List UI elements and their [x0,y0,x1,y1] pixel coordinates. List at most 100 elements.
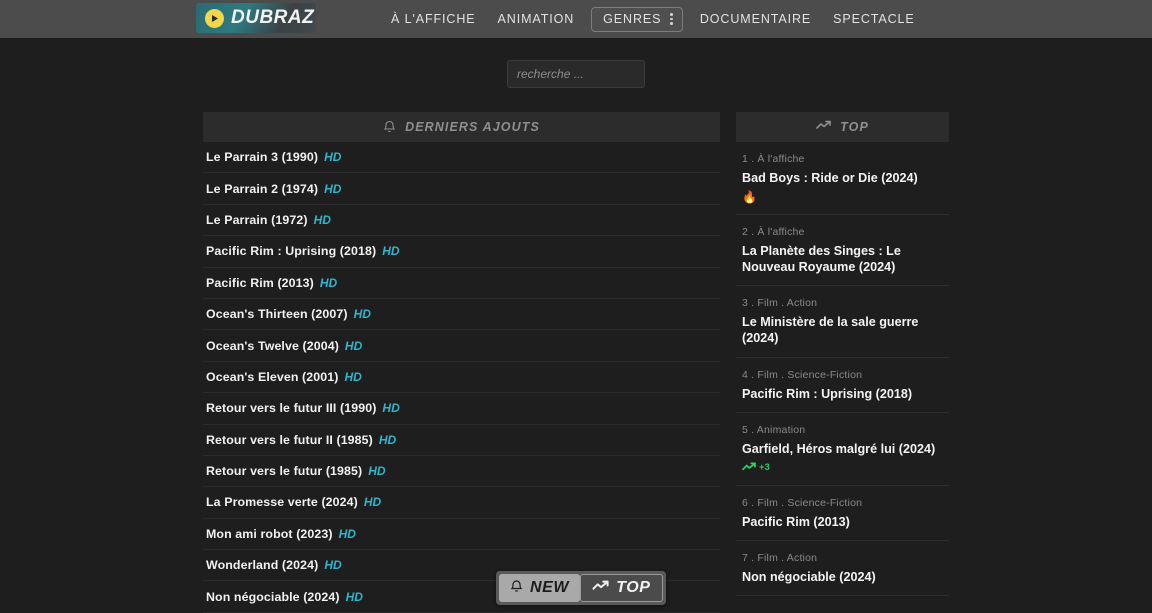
list-item-title: Pacific Rim (2013) [206,276,314,290]
new-view-button[interactable]: NEW [499,574,580,602]
quality-badge: HD [314,213,331,227]
top-list-item-meta: 7 . Film . Action [742,552,949,564]
list-item-title: Le Parrain 2 (1974) [206,182,318,196]
list-item-title: Mon ami robot (2023) [206,527,333,541]
nav-item-animation[interactable]: ANIMATION [487,0,586,38]
new-view-label: NEW [530,579,569,597]
list-item-title: Wonderland (2024) [206,558,318,572]
fire-icon: 🔥 [742,191,757,203]
search-input[interactable] [507,60,645,88]
trending-up-icon [592,579,609,597]
top-panel-title: TOP [840,120,869,134]
list-item[interactable]: Le Parrain 2 (1974) HD [203,173,720,204]
quality-badge: HD [344,370,361,384]
top-list-item-title: Pacific Rim : Uprising (2018) [742,386,949,402]
quality-badge: HD [379,433,396,447]
trending-up-icon [816,120,831,134]
top-panel: TOP 1 . À l'affiche Bad Boys : Ride or Di… [736,112,949,607]
list-item-title: Pacific Rim : Uprising (2018) [206,244,376,258]
rank-delta: +3 [759,462,770,473]
top-list-item-title: Bad Boys : Ride or Die (2024) [742,170,949,186]
list-item[interactable]: Mon ami robot (2023) HD [203,519,720,550]
list-item-title: Le Parrain (1972) [206,213,308,227]
top-list-item[interactable]: 4 . Film . Science-Fiction Pacific Rim : … [736,358,949,413]
derniers-ajouts-title: DERNIERS AJOUTS [405,120,540,134]
top-list-item-meta: 3 . Film . Action [742,297,949,309]
play-circle-icon [205,9,224,28]
top-list-item-meta: 4 . Film . Science-Fiction [742,369,949,381]
top-list-item[interactable]: 2 . À l'affiche La Planète des Singes : L… [736,215,949,286]
quality-badge: HD [339,527,356,541]
quality-badge: HD [324,150,341,164]
quality-badge: HD [382,401,399,415]
list-item-title: Ocean's Eleven (2001) [206,370,338,384]
quality-badge: HD [368,464,385,478]
list-item[interactable]: Pacific Rim : Uprising (2018) HD [203,236,720,267]
quality-badge: HD [364,495,381,509]
top-list-item-title: La Planète des Singes : Le Nouveau Royau… [742,243,949,275]
top-list-item-title: Garfield, Héros malgré lui (2024) [742,441,949,457]
top-view-label: TOP [616,579,650,597]
top-list-item-badge: +3 [742,461,949,475]
list-item[interactable]: Le Parrain (1972) HD [203,205,720,236]
list-item-title: La Promesse verte (2024) [206,495,358,509]
quality-badge: HD [382,244,399,258]
list-item-title: Non négociable (2024) [206,590,340,604]
quality-badge: HD [320,276,337,290]
trending-up-icon [742,459,756,477]
top-panel-header: TOP [736,112,949,142]
top-list: 1 . À l'affiche Bad Boys : Ride or Die (2… [736,142,949,596]
bell-icon [510,578,523,598]
site-logo[interactable]: DUBRAZ [196,3,316,33]
quality-badge: HD [324,558,341,572]
list-item[interactable]: Pacific Rim (2013) HD [203,268,720,299]
list-item[interactable]: Le Parrain 3 (1990) HD [203,142,720,173]
vertical-dots-icon [670,13,673,25]
list-item[interactable]: Ocean's Eleven (2001) HD [203,362,720,393]
nav-item-genres[interactable]: GENRES [591,7,683,32]
quality-badge: HD [324,182,341,196]
list-item-title: Ocean's Twelve (2004) [206,339,339,353]
top-header-bar: DUBRAZ À L'AFFICHE ANIMATION GENRES DOCU… [0,0,1152,38]
quality-badge: HD [346,590,363,604]
bell-icon [383,119,396,136]
top-list-item[interactable]: 7 . Film . Action Non négociable (2024) [736,541,949,596]
list-item[interactable]: Retour vers le futur II (1985) HD [203,425,720,456]
logo-text: DUBRAZ [231,7,314,29]
top-view-button[interactable]: TOP [580,574,662,602]
top-list-item[interactable]: 1 . À l'affiche Bad Boys : Ride or Die (2… [736,142,949,215]
list-item-title: Retour vers le futur II (1985) [206,433,373,447]
nav-item-a-laffiche[interactable]: À L'AFFICHE [380,0,487,38]
top-list-item-meta: 1 . À l'affiche [742,153,949,165]
top-list-item-title: Le Ministère de la sale guerre (2024) [742,314,949,346]
nav-item-spectacle[interactable]: SPECTACLE [822,0,926,38]
nav-item-genres-label: GENRES [603,8,661,31]
list-item-title: Retour vers le futur (1985) [206,464,362,478]
top-list-item[interactable]: 6 . Film . Science-Fiction Pacific Rim (2… [736,486,949,541]
derniers-ajouts-list: Le Parrain 3 (1990)HDLe Parrain 2 (1974)… [203,142,720,613]
top-list-item-meta: 2 . À l'affiche [742,226,949,238]
list-item-title: Ocean's Thirteen (2007) [206,307,348,321]
top-list-item-meta: 6 . Film . Science-Fiction [742,497,949,509]
nav-item-documentaire[interactable]: DOCUMENTAIRE [689,0,822,38]
top-list-item[interactable]: 5 . Animation Garfield, Héros malgré lui … [736,413,949,486]
list-item[interactable]: Ocean's Twelve (2004) HD [203,330,720,361]
top-list-item-meta: 5 . Animation [742,424,949,436]
quality-badge: HD [345,339,362,353]
search-area [0,60,1152,88]
top-list-item-badge: 🔥 [742,190,949,204]
list-item[interactable]: Ocean's Thirteen (2007) HD [203,299,720,330]
list-item-title: Le Parrain 3 (1990) [206,150,318,164]
view-toggle-group: NEW TOP [496,571,666,605]
derniers-ajouts-header: DERNIERS AJOUTS [203,112,720,142]
derniers-ajouts-panel: DERNIERS AJOUTS Le Parrain 3 (1990)HDLe … [203,112,720,607]
list-item[interactable]: Retour vers le futur III (1990) HD [203,393,720,424]
top-list-item-title: Non négociable (2024) [742,569,949,585]
main-navigation: À L'AFFICHE ANIMATION GENRES DOCUMENTAIR… [380,0,926,38]
top-list-item-title: Pacific Rim (2013) [742,514,949,530]
list-item-title: Retour vers le futur III (1990) [206,401,376,415]
top-list-item[interactable]: 3 . Film . Action Le Ministère de la sale… [736,286,949,357]
list-item[interactable]: Retour vers le futur (1985) HD [203,456,720,487]
quality-badge: HD [354,307,371,321]
list-item[interactable]: La Promesse verte (2024) HD [203,487,720,518]
